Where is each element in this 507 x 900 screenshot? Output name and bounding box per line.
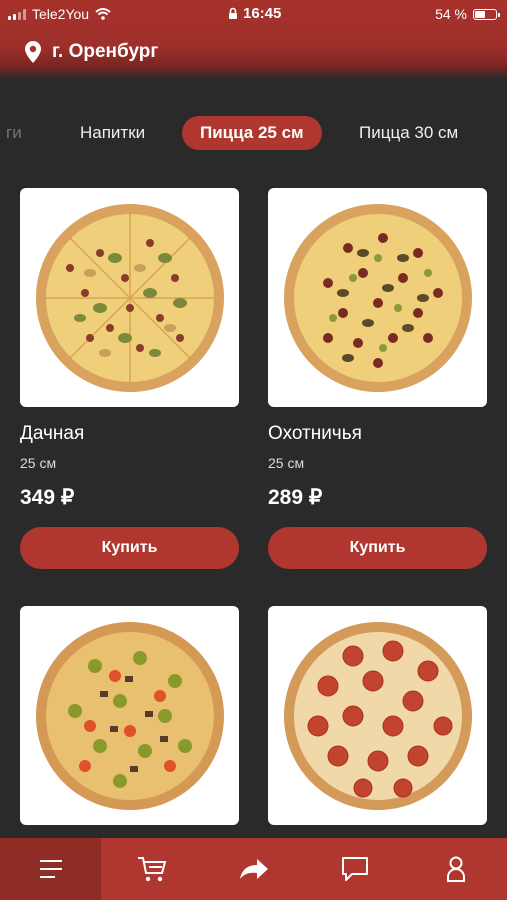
tab-pizza-25[interactable]: Пицца 25 см — [182, 116, 322, 150]
battery-percent: 54 % — [435, 6, 467, 22]
pizza-pepperoni-image — [283, 621, 472, 810]
status-center: 16:45 — [228, 5, 281, 22]
tab-drinks[interactable]: Напитки — [80, 116, 145, 150]
product-price: 349 ₽ — [20, 486, 75, 509]
product-size: 25 см — [20, 455, 57, 471]
location-pin-icon — [25, 41, 41, 63]
profile-icon — [447, 856, 466, 882]
signal-icon — [8, 8, 26, 20]
city-selector[interactable]: г. Оренбург — [24, 40, 158, 64]
lock-icon — [229, 7, 237, 19]
nav-chat[interactable] — [304, 838, 405, 900]
nav-share[interactable] — [203, 838, 304, 900]
tab-partial[interactable]: ги — [6, 116, 22, 150]
status-left: Tele2You — [8, 6, 111, 22]
battery-fill — [475, 10, 485, 18]
wifi-icon — [95, 8, 111, 20]
product-size: 25 см — [268, 455, 305, 471]
buy-button[interactable]: Купить — [20, 527, 239, 569]
product-card[interactable]: Охотничья 25 см 289 ₽ Купить — [268, 188, 487, 569]
nav-profile[interactable] — [406, 838, 507, 900]
nav-menu[interactable] — [0, 838, 102, 900]
pizza-dachnaya-image — [35, 203, 224, 392]
category-tabs: ги Напитки Пицца 25 см Пицца 30 см — [0, 110, 507, 156]
product-price: 289 ₽ — [268, 486, 323, 509]
product-card[interactable]: Дачная 25 см 349 ₽ Купить — [20, 188, 239, 569]
status-right: 54 % — [435, 6, 500, 22]
nav-cart[interactable] — [101, 838, 202, 900]
carrier-name: Tele2You — [32, 6, 90, 22]
share-icon — [239, 859, 268, 879]
product-image[interactable] — [20, 188, 239, 407]
battery-icon — [473, 8, 500, 20]
tab-pizza-30[interactable]: Пицца 30 см — [359, 116, 458, 150]
app-header: Tele2You 16:45 54 % г. Оренбург — [0, 0, 507, 78]
status-time: 16:45 — [243, 5, 282, 22]
product-image[interactable] — [268, 188, 487, 407]
product-image[interactable] — [20, 606, 239, 825]
menu-icon — [39, 860, 62, 878]
city-name: г. Оренбург — [52, 41, 159, 62]
bottom-navigation — [0, 838, 507, 900]
product-card[interactable] — [20, 606, 239, 825]
pizza-okhotnichya-image — [283, 203, 472, 392]
product-name: Охотничья — [268, 423, 362, 444]
status-bar: Tele2You 16:45 54 % — [0, 0, 507, 28]
product-name: Дачная — [20, 423, 85, 444]
cart-icon — [138, 857, 167, 882]
pizza-image — [35, 621, 224, 810]
product-image[interactable] — [268, 606, 487, 825]
chat-icon — [341, 857, 368, 881]
product-card[interactable] — [268, 606, 487, 825]
buy-button[interactable]: Купить — [268, 527, 487, 569]
